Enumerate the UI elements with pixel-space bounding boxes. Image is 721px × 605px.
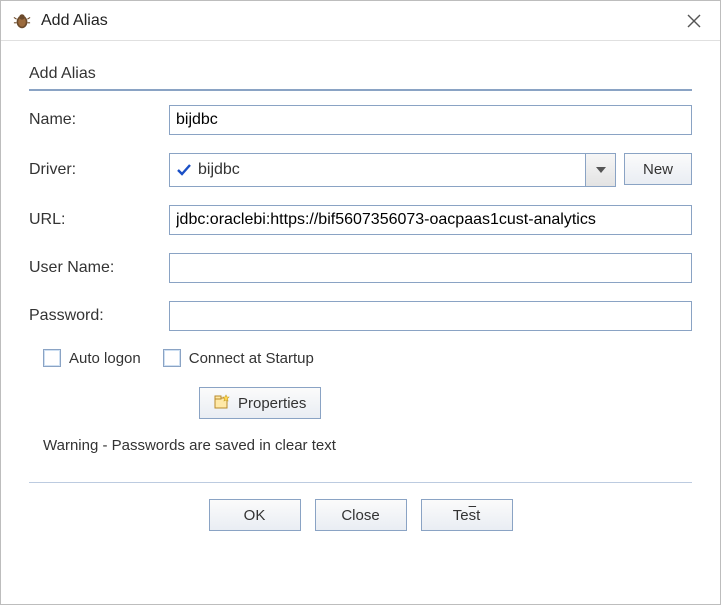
test-button[interactable]: Test [421, 499, 513, 531]
auto-logon-label: Auto logon [69, 350, 141, 367]
checkbox-box [163, 349, 181, 367]
row-url: URL: [29, 205, 692, 235]
driver-label: Driver: [29, 161, 169, 179]
close-button[interactable] [680, 7, 708, 35]
dropdown-button[interactable] [585, 154, 615, 186]
dialog-window: Add Alias Add Alias Name: Driver: [0, 0, 721, 605]
auto-logon-checkbox[interactable]: Auto logon [43, 349, 141, 367]
app-icon [13, 12, 31, 30]
name-label: Name: [29, 111, 169, 129]
url-label: URL: [29, 211, 169, 229]
driver-selected: bijdbc [198, 161, 585, 179]
row-password: Password: [29, 301, 692, 331]
username-label: User Name: [29, 259, 169, 277]
titlebar: Add Alias [1, 1, 720, 41]
test-button-label: Test [453, 507, 481, 524]
close-icon [687, 14, 701, 28]
properties-button[interactable]: Properties [199, 387, 321, 419]
password-label: Password: [29, 307, 169, 325]
driver-combobox[interactable]: bijdbc [169, 153, 616, 187]
properties-icon [214, 393, 230, 413]
divider [29, 89, 692, 91]
row-driver: Driver: bijdbc New [29, 153, 692, 187]
row-name: Name: [29, 105, 692, 135]
username-input[interactable] [169, 253, 692, 283]
window-title: Add Alias [41, 12, 680, 30]
row-username: User Name: [29, 253, 692, 283]
password-input[interactable] [169, 301, 692, 331]
warning-text: Warning - Passwords are saved in clear t… [43, 437, 692, 454]
properties-button-label: Properties [238, 395, 306, 412]
connect-startup-checkbox[interactable]: Connect at Startup [163, 349, 314, 367]
group-title: Add Alias [29, 65, 692, 83]
new-driver-button[interactable]: New [624, 153, 692, 185]
divider-bottom [29, 482, 692, 483]
connect-startup-label: Connect at Startup [189, 350, 314, 367]
checkbox-box [43, 349, 61, 367]
ok-button[interactable]: OK [209, 499, 301, 531]
close-dialog-button[interactable]: Close [315, 499, 407, 531]
check-icon [170, 162, 198, 178]
name-input[interactable] [169, 105, 692, 135]
dialog-button-row: OK Close Test [29, 499, 692, 531]
dialog-content: Add Alias Name: Driver: bijdbc [1, 41, 720, 604]
url-input[interactable] [169, 205, 692, 235]
checkbox-row: Auto logon Connect at Startup [43, 349, 692, 367]
chevron-down-icon [595, 164, 607, 176]
properties-row: Properties [199, 387, 692, 419]
